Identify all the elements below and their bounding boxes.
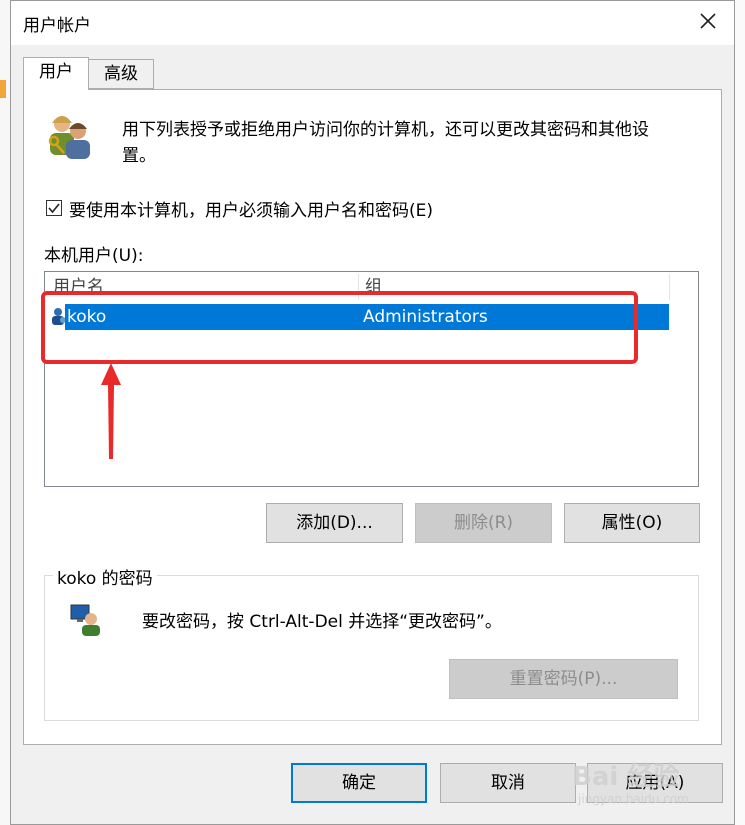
- remove-user-button[interactable]: 删除(R): [415, 503, 552, 543]
- background-edge-left: [0, 0, 10, 825]
- password-group-title: koko 的密码: [53, 564, 157, 589]
- annotation-highlight-box: [41, 291, 638, 364]
- checkmark-icon: [48, 203, 60, 214]
- require-login-checkbox[interactable]: [46, 200, 62, 216]
- intro-text-line1: 用下列表授予或拒绝用户访问你的计算机，还可以更改其密码和其他设: [122, 120, 649, 140]
- reset-password-button[interactable]: 重置密码(P)...: [449, 659, 678, 699]
- password-description: 要改密码，按 Ctrl-Alt-Del 并选择“更改密码”。: [142, 612, 502, 632]
- user-monitor-icon: [70, 604, 100, 636]
- tab-users[interactable]: 用户: [23, 57, 89, 90]
- tab-advanced-label: 高级: [104, 64, 138, 84]
- require-login-label[interactable]: 要使用本计算机，用户必须输入用户名和密码(E): [69, 196, 433, 221]
- add-user-button[interactable]: 添加(D)...: [266, 503, 403, 543]
- ok-button[interactable]: 确定: [291, 763, 427, 803]
- watermark-url: jingyan.baidu.com: [578, 792, 689, 806]
- annotation-arrow-icon: [101, 363, 121, 459]
- watermark-brand: Bai 经验: [572, 762, 680, 792]
- intro-text-line2: 置。: [122, 146, 156, 166]
- tab-advanced[interactable]: 高级: [88, 59, 154, 89]
- local-users-label: 本机用户(U):: [44, 246, 144, 266]
- background-orange-mark: [0, 80, 6, 98]
- window-title: 用户帐户: [23, 16, 91, 36]
- users-group-icon: [48, 116, 90, 159]
- close-icon[interactable]: [696, 9, 720, 33]
- tab-users-label: 用户: [39, 62, 73, 82]
- properties-button[interactable]: 属性(O): [564, 503, 700, 543]
- title-bar: 用户帐户: [11, 1, 734, 45]
- background-edge-right: [735, 0, 745, 825]
- cancel-button[interactable]: 取消: [440, 763, 576, 803]
- user-accounts-dialog: 用户帐户 用户 高级 用下列表授予或拒绝用户访问你的计算机，还可以更改其密码和其…: [10, 0, 735, 825]
- password-groupbox: [44, 575, 699, 721]
- column-separator[interactable]: [669, 274, 670, 300]
